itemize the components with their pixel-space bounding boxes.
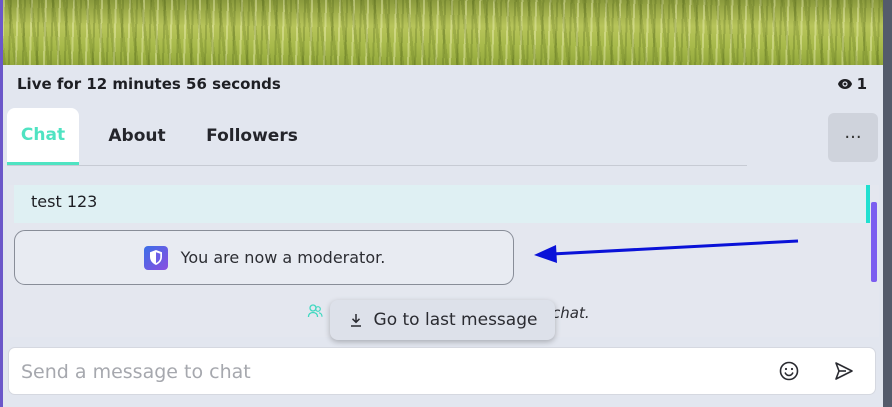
moderator-notice-text: You are now a moderator. (180, 248, 386, 267)
go-to-last-message-button[interactable]: Go to last message (330, 300, 555, 340)
viewer-count: 1 (837, 75, 867, 93)
tab-about[interactable]: About (101, 108, 173, 164)
eye-icon (837, 79, 852, 89)
right-border (883, 0, 892, 407)
viewer-count-value: 1 (856, 75, 867, 93)
chat-message: test 123 (14, 185, 870, 223)
moderator-notice: You are now a moderator. (14, 230, 514, 285)
ellipsis-icon: ··· (844, 127, 862, 148)
tab-bar: Chat About Followers (7, 108, 747, 166)
download-icon (350, 314, 361, 327)
live-duration: Live for 12 minutes 56 seconds (17, 75, 281, 93)
stream-status-bar: Live for 12 minutes 56 seconds 1 (3, 65, 883, 103)
video-player[interactable] (3, 0, 883, 65)
chat-message-text: test 123 (31, 192, 98, 211)
annotation-arrow (534, 239, 799, 263)
users-icon (307, 304, 323, 318)
tab-followers[interactable]: Followers (202, 108, 302, 164)
send-icon[interactable] (833, 360, 855, 382)
joined-notice-text: chat. (552, 304, 590, 322)
chat-scrollbar[interactable] (871, 202, 877, 282)
go-to-last-message-label: Go to last message (373, 310, 538, 330)
shield-icon (143, 245, 168, 270)
more-options-button[interactable]: ··· (828, 113, 878, 162)
chat-message-input[interactable] (19, 356, 763, 388)
tab-chat[interactable]: Chat (7, 108, 79, 165)
emoji-icon[interactable] (778, 360, 800, 382)
chat-input-bar (9, 348, 875, 394)
